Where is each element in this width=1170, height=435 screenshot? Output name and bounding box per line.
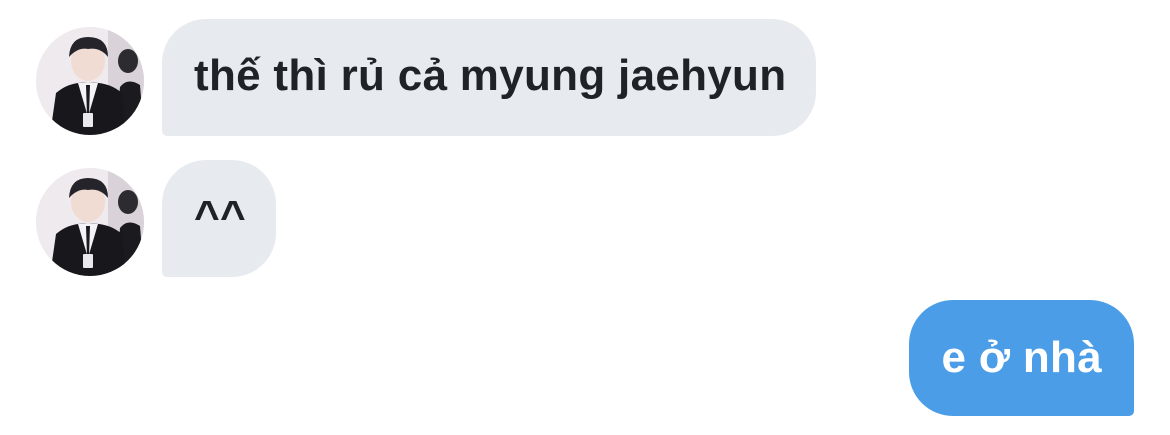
user-avatar-icon [36,27,144,135]
sender-avatar[interactable] [36,168,144,276]
user-avatar-icon [36,168,144,276]
message-thread: thế thì rủ cả myung jaehyun ^^ e ở nhà [0,0,1170,435]
message-text: ^^ [194,192,246,241]
message-text: thế thì rủ cả myung jaehyun [194,51,787,100]
incoming-message-bubble[interactable]: ^^ [162,160,276,277]
incoming-message-bubble[interactable]: thế thì rủ cả myung jaehyun [162,19,817,136]
sender-avatar[interactable] [36,27,144,135]
message-text: e ở nhà [941,333,1102,382]
outgoing-message-bubble[interactable]: e ở nhà [909,300,1134,416]
